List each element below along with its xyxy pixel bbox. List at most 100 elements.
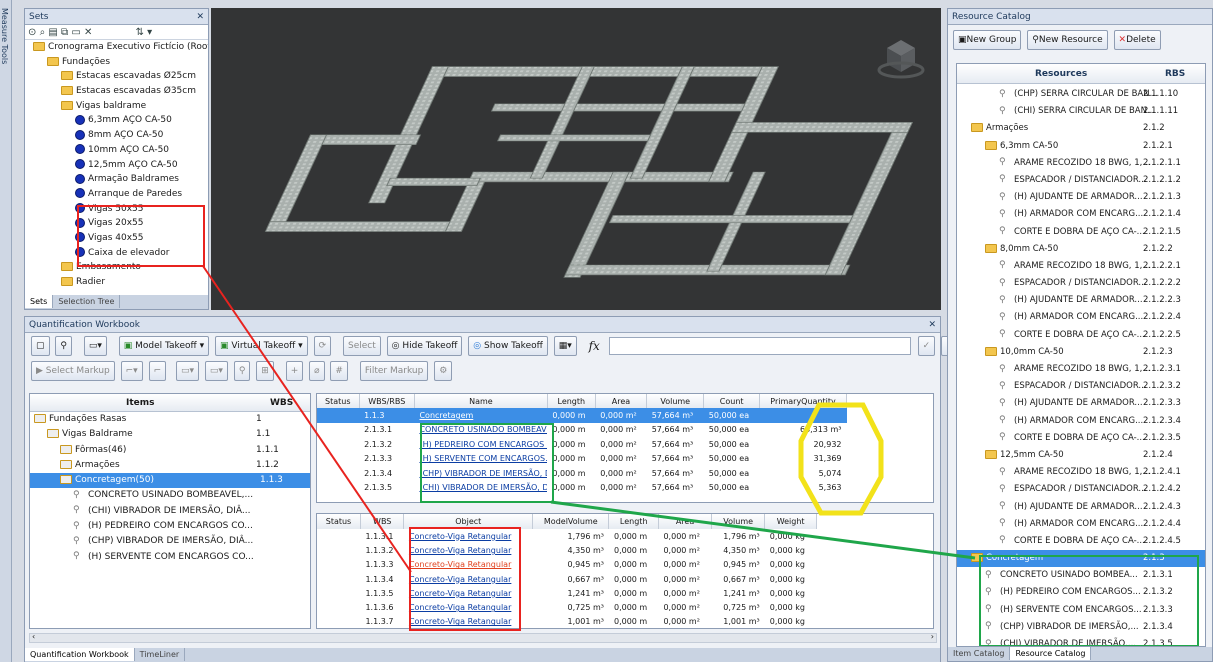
table-row[interactable]: 2.1.3.5 (CHI) VIBRADOR DE IMERSÃO, D... 0,…: [317, 481, 847, 496]
tab-timeliner[interactable]: TimeLiner: [135, 648, 186, 661]
resource-tree-item[interactable]: ⚲ (H) AJUDANTE DE ARMADOR... 2.1.2.1.3: [957, 189, 1205, 206]
resource-tree-item[interactable]: 10,0mm CA-50 2.1.2.3: [957, 344, 1205, 361]
resource-tree-item[interactable]: ⚲ (H) AJUDANTE DE ARMADOR... 2.1.2.4.3: [957, 499, 1205, 516]
column-header[interactable]: Status: [317, 514, 361, 529]
column-header[interactable]: Count: [703, 394, 761, 408]
resource-tree-item[interactable]: ⚲ ESPACADOR / DISTANCIADOR... 2.1.2.4.2: [957, 481, 1205, 498]
new-group-button[interactable]: ▣New Group: [953, 30, 1022, 50]
items-tree-row[interactable]: ⚲ (H) SERVENTE COM ENCARGOS CO...: [30, 550, 310, 565]
items-tree-row[interactable]: Vigas Baldrame 1.1: [30, 427, 310, 442]
items-tree-row[interactable]: Fundações Rasas 1: [30, 412, 310, 427]
column-header[interactable]: Length: [608, 514, 659, 529]
markup-tool-dropdown-2[interactable]: ⌐: [148, 361, 167, 381]
sets-tree-item[interactable]: 8mm AÇO CA-50: [27, 128, 208, 143]
table-row[interactable]: 1.1.3.6 Concreto-Viga Retangular 0,725 m³ 0…: [317, 600, 817, 614]
sets-tree-item[interactable]: 12,5mm AÇO CA-50: [27, 158, 208, 173]
column-header[interactable]: WBS: [360, 514, 405, 529]
measure-tools-side-tab[interactable]: Measure Tools: [0, 0, 12, 662]
3d-viewport[interactable]: [211, 8, 941, 310]
resource-tree-item[interactable]: ⚲ (H) AJUDANTE DE ARMADOR... 2.1.2.3.3: [957, 395, 1205, 412]
close-icon[interactable]: ✕: [928, 317, 936, 333]
table-row[interactable]: 2.1.3.2 (H) PEDREIRO COM ENCARGOS C 0,000 …: [317, 437, 847, 452]
tab-selection-tree[interactable]: Selection Tree: [53, 295, 121, 308]
items-tree-row[interactable]: ⚲ (CHI) VIBRADOR DE IMERSÃO, DIÂ...: [30, 504, 310, 519]
resource-tree-item[interactable]: ⚲ ARAME RECOZIDO 18 BWG, 1,... 2.1.2.1.1: [957, 155, 1205, 172]
sort-icon[interactable]: ⇅: [136, 27, 144, 38]
column-header[interactable]: Name: [414, 394, 548, 408]
erase-button[interactable]: ⌀: [309, 361, 325, 381]
table-row[interactable]: 1.1.3.2 Concreto-Viga Retangular 4,350 m³ 0…: [317, 543, 817, 557]
close-icon[interactable]: ✕: [196, 9, 204, 25]
column-header[interactable]: Volume: [711, 514, 766, 529]
table-row[interactable]: 1.1.3.1 Concreto-Viga Retangular 1,796 m³ 0…: [317, 529, 817, 543]
select-button[interactable]: Select: [342, 336, 381, 356]
horizontal-scrollbar[interactable]: ‹ ›: [29, 632, 937, 643]
resource-mode-button[interactable]: ⚲: [55, 336, 72, 356]
column-header[interactable]: Area: [595, 394, 648, 408]
duplicate-icon[interactable]: ⧉: [61, 27, 68, 38]
table-row[interactable]: 1.1.3.4 Concreto-Viga Retangular 0,667 m³ 0…: [317, 572, 817, 586]
sets-tree-item[interactable]: Armação Baldrames: [27, 172, 208, 187]
resource-tree-item[interactable]: ⚲ (H) ARMADOR COM ENCARG... 2.1.2.1.4: [957, 206, 1205, 223]
save-selection-icon[interactable]: ⊙: [28, 27, 36, 38]
resource-tree-item[interactable]: ⚲ (CHI) SERRA CIRCULAR DE BAN... 2.1.1.11: [957, 103, 1205, 120]
hide-takeoff-button[interactable]: ◎ Hide Takeoff: [386, 336, 463, 356]
scroll-right-icon[interactable]: ›: [931, 632, 934, 641]
column-header[interactable]: ModelVolume: [532, 514, 610, 529]
tab-sets[interactable]: Sets: [25, 295, 54, 308]
comment-icon[interactable]: ▭: [71, 27, 80, 38]
items-tree-row[interactable]: Armações 1.1.2: [30, 458, 310, 473]
area-tool-dropdown[interactable]: ▭▾: [176, 361, 200, 381]
accept-formula-button[interactable]: ✓: [917, 336, 936, 356]
items-tree-row[interactable]: Fôrmas(46) 1.1.1: [30, 443, 310, 458]
resource-tree-item[interactable]: ⚲ ARAME RECOZIDO 18 BWG, 1,... 2.1.2.4.1: [957, 464, 1205, 481]
select-markup-button[interactable]: ▶ Select Markup: [31, 361, 115, 381]
column-header[interactable]: Length: [547, 394, 596, 408]
items-tree-row[interactable]: ⚲ (CHP) VIBRADOR DE IMERSÃO, DIÂ...: [30, 534, 310, 549]
column-header[interactable]: Status: [317, 394, 360, 408]
filter-markup-button[interactable]: Filter Markup: [359, 361, 429, 381]
show-takeoff-button[interactable]: ◎ Show Takeoff: [468, 336, 548, 356]
layout-dropdown[interactable]: ▭▾: [83, 336, 107, 356]
table-row[interactable]: 2.1.3.1 CONCRETO USINADO BOMBEAVE 0,000 m0…: [317, 423, 847, 438]
view-mode-button[interactable]: ▢: [31, 336, 50, 356]
sets-tree-item[interactable]: 6,3mm AÇO CA-50: [27, 113, 208, 128]
sets-tree-item[interactable]: Arranque de Paredes: [27, 187, 208, 202]
bucket-fill-button[interactable]: ⚲: [233, 361, 251, 381]
table-row[interactable]: 1.1.3.7 Concreto-Viga Retangular 1,001 m³ 0…: [317, 615, 817, 628]
items-tree-row[interactable]: ⚲ CONCRETO USINADO BOMBEAVEL,...: [30, 488, 310, 503]
tab-item-catalog[interactable]: Item Catalog: [948, 647, 1011, 660]
column-header[interactable]: Volume: [646, 394, 705, 408]
table-row[interactable]: 2.1.3.3 (H) SERVENTE COM ENCARGOS... 0,000…: [317, 452, 847, 467]
navigation-cube-icon[interactable]: [877, 40, 925, 79]
items-tree-row[interactable]: Concretagem(50) 1.1.3: [30, 473, 310, 489]
resource-tree-item[interactable]: ⚲ (H) ARMADOR COM ENCARG... 2.1.2.4.4: [957, 516, 1205, 533]
sets-tree-item[interactable]: Fundações: [27, 55, 208, 70]
table-row[interactable]: 2.1.3.4 (CHP) VIBRADOR DE IMERSÃO, D... 0,…: [317, 466, 847, 481]
search-icon[interactable]: ⌕: [40, 27, 46, 38]
options-icon[interactable]: ▾: [147, 27, 152, 38]
scroll-left-icon[interactable]: ‹: [32, 632, 35, 641]
new-folder-icon[interactable]: ▤: [48, 27, 57, 38]
markup-settings-button[interactable]: ⚙: [434, 361, 453, 381]
resource-tree-item[interactable]: ⚲ (CHP) SERRA CIRCULAR DE BAN... 2.1.1.10: [957, 86, 1205, 103]
resource-tree-item[interactable]: 12,5mm CA-50 2.1.2.4: [957, 447, 1205, 464]
resource-tree-item[interactable]: ⚲ ARAME RECOZIDO 18 BWG, 1,... 2.1.2.2.1: [957, 258, 1205, 275]
new-resource-button[interactable]: ⚲New Resource: [1027, 30, 1108, 50]
table-row[interactable]: 1.1.3 Concretagem 0,000 m 0,000 m² 57,664 m³…: [317, 408, 847, 423]
table-row[interactable]: 1.1.3.3 Concreto-Viga Retangular 0,945 m³ 0…: [317, 558, 817, 572]
resource-tree-item[interactable]: 8,0mm CA-50 2.1.2.2: [957, 241, 1205, 258]
resource-tree-item[interactable]: ⚲ CORTE E DOBRA DE AÇO CA-... 2.1.2.2.5: [957, 327, 1205, 344]
delete-button[interactable]: ✕Delete: [1113, 30, 1161, 50]
items-tree-row[interactable]: ⚲ (H) PEDREIRO COM ENCARGOS CO...: [30, 519, 310, 534]
delete-icon[interactable]: ✕: [84, 27, 92, 38]
formula-input[interactable]: [608, 337, 911, 355]
resource-tree-item[interactable]: ⚲ (H) ARMADOR COM ENCARG... 2.1.2.3.4: [957, 413, 1205, 430]
resource-tree-item[interactable]: Armações 2.1.2: [957, 120, 1205, 137]
resource-tree-item[interactable]: ⚲ (H) AJUDANTE DE ARMADOR... 2.1.2.2.3: [957, 292, 1205, 309]
model-takeoff-button[interactable]: ▣ Model Takeoff ▾: [118, 336, 210, 356]
column-header[interactable]: Area: [658, 514, 713, 529]
tab-resource-catalog[interactable]: Resource Catalog: [1010, 647, 1092, 660]
column-header[interactable]: WBS/RBS: [359, 394, 415, 408]
virtual-takeoff-button[interactable]: ▣ Virtual Takeoff ▾: [214, 336, 308, 356]
